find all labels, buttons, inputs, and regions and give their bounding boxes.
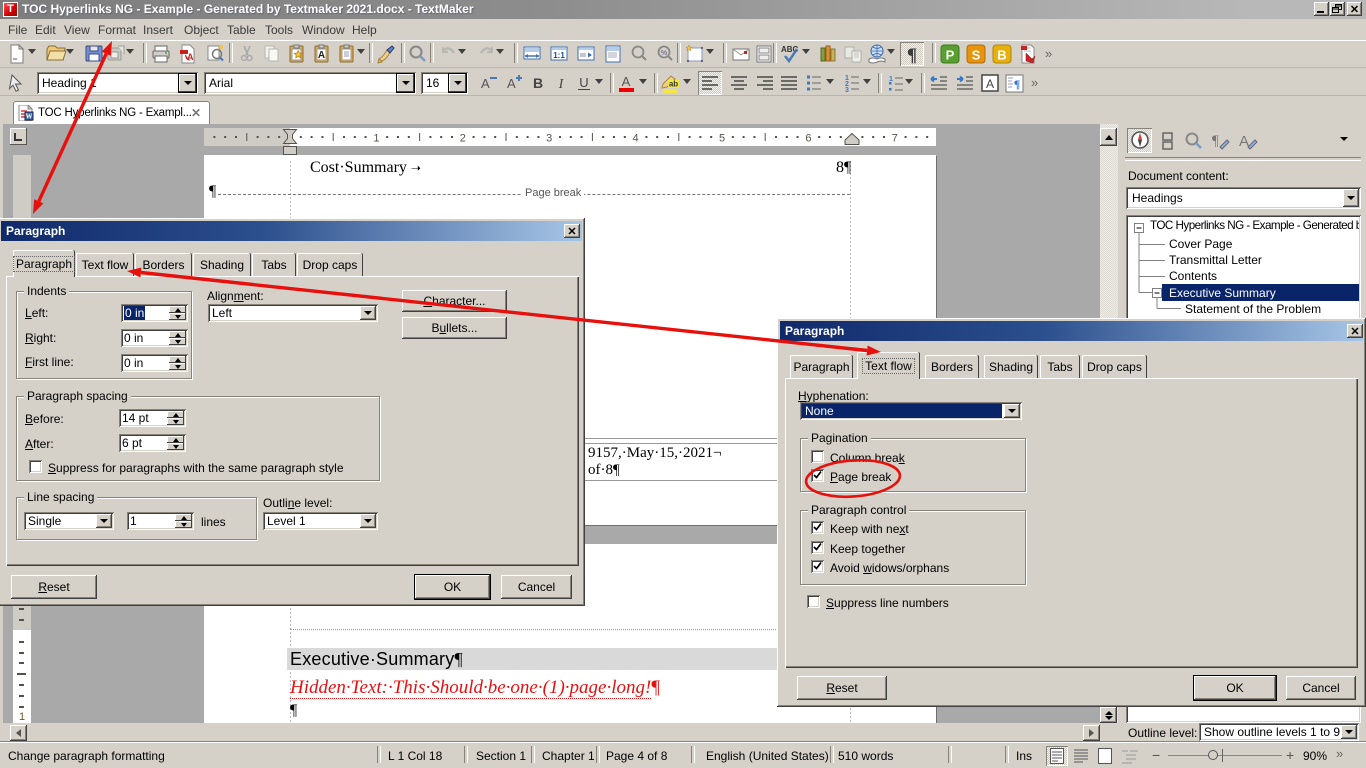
svg-text:U: U (579, 75, 588, 90)
svg-text:A: A (187, 52, 194, 62)
svg-text:5: 5 (719, 133, 725, 145)
svg-text:B: B (533, 75, 543, 91)
svg-text:7: 7 (892, 133, 898, 145)
svg-text:1: 1 (889, 76, 893, 83)
svg-text:3: 3 (546, 133, 552, 145)
svg-text:6: 6 (805, 133, 811, 145)
svg-text:1: 1 (373, 133, 379, 145)
svg-text:¶: ¶ (1014, 77, 1020, 91)
svg-text:P: P (946, 48, 955, 63)
svg-text:A: A (986, 77, 994, 91)
svg-text:¶: ¶ (1212, 133, 1219, 149)
svg-text:A: A (507, 76, 516, 91)
svg-text:I: I (558, 77, 565, 92)
svg-text:»: » (1031, 75, 1038, 90)
svg-text:A: A (1239, 133, 1249, 150)
svg-text:»: » (1045, 46, 1052, 61)
svg-text:A: A (481, 76, 490, 91)
svg-text:3: 3 (845, 87, 849, 94)
svg-text:S: S (972, 48, 981, 63)
svg-text:2: 2 (460, 133, 466, 145)
svg-text:¶: ¶ (907, 45, 917, 65)
svg-text:1: 1 (19, 711, 25, 723)
svg-text:A: A (622, 74, 631, 89)
svg-text:ab: ab (669, 80, 678, 89)
svg-text:1:1: 1:1 (553, 51, 565, 60)
svg-text:4: 4 (633, 133, 639, 145)
svg-text:A: A (318, 50, 325, 61)
svg-text:B: B (997, 48, 1006, 63)
svg-text:W: W (26, 113, 33, 121)
svg-text:%: % (661, 50, 667, 57)
